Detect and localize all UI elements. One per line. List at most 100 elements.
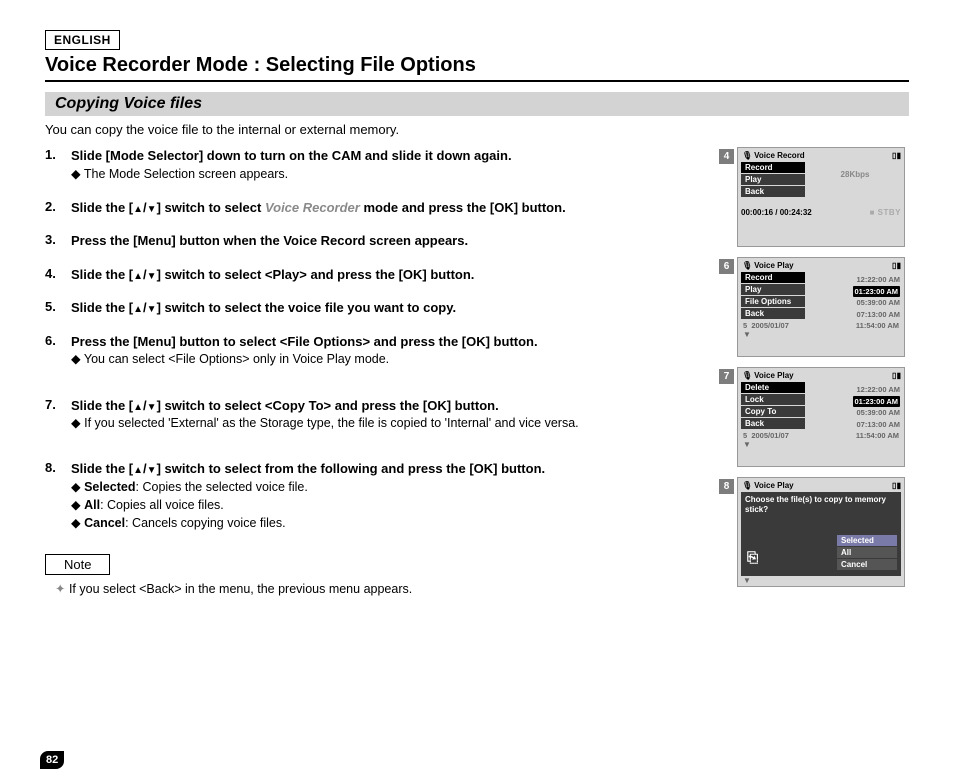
menu-back[interactable]: Back [741,418,805,429]
step-8-sub2-r: : Copies all voice files. [100,498,224,512]
screen-7-menu: Delete Lock Copy To Back [741,382,805,429]
note-text: If you select <Back> in the menu, the pr… [45,581,729,596]
step-6-text: Press the [Menu] button to select <File … [71,333,729,351]
screen-4-wrap: 4 Voice Record▯ ▮ Record Play Back 28Kbp… [737,147,909,247]
time-current: 00:00:16 [741,208,773,217]
screen-6-wrap: 6 Voice Play▯ ▮ Record Play File Options… [737,257,909,357]
screen-4: Voice Record▯ ▮ Record Play Back 28Kbps … [737,147,905,247]
screen-8: Voice Play▯ ▮ Choose the file(s) to copy… [737,477,905,587]
step-4-frag-b: ] switch to select <Play> and press the … [157,267,475,282]
screen-7: Voice Play ▯ ▮ Delete Lock Copy To Back 1… [737,367,905,467]
step-8-frag-b: ] switch to select from the following an… [157,461,546,476]
foot-time: 11:54:00 AM [856,321,899,330]
opt-all[interactable]: All [837,547,897,558]
up-arrow-icon [133,200,143,215]
time-row: 05:39:00 AM [853,297,901,309]
step-7-frag-a: Slide the [ [71,398,133,413]
step-3: Press the [Menu] button when the Voice R… [45,232,729,250]
step-8-sub1-b: Selected [84,480,135,494]
note-label: Note [45,554,110,575]
time-row: 12:22:00 AM [853,274,901,286]
menu-lock[interactable]: Lock [741,394,805,405]
down-arrow-icon [147,267,157,282]
menu-record[interactable]: Record [741,162,805,173]
menu-copy-to[interactable]: Copy To [741,406,805,417]
step-2-frag-c: mode and press the [OK] button. [360,200,566,215]
page-title: Voice Recorder Mode : Selecting File Opt… [45,54,909,82]
step-2-frag-b: ] switch to select [157,200,265,215]
chevron-down-icon: ▼ [741,330,901,339]
screen-6: Voice Play ▯ ▮ Record Play File Options B… [737,257,905,357]
down-arrow-icon [147,300,157,315]
steps-column: Slide [Mode Selector] down to turn on th… [45,147,729,597]
step-8-sub1-r: : Copies the selected voice file. [136,480,308,494]
step-7-frag-b: ] switch to select <Copy To> and press t… [157,398,499,413]
down-arrow-icon [147,398,157,413]
step-2: Slide the [/] switch to select Voice Rec… [45,199,729,217]
step-7-text: Slide the [/] switch to select <Copy To>… [71,397,729,415]
up-arrow-icon [133,398,143,413]
status-icons: ▯ ▮ [892,261,900,270]
time-row: 05:39:00 AM [853,407,901,419]
screen-8-wrap: 8 Voice Play▯ ▮ Choose the file(s) to co… [737,477,909,587]
step-8-sub2-b: All [84,498,100,512]
mic-icon [742,371,754,380]
menu-back[interactable]: Back [741,186,805,197]
menu-back[interactable]: Back [741,308,805,319]
popup-question: Choose the file(s) to copy to memory sti… [745,495,897,514]
up-arrow-icon [133,267,143,282]
opt-selected[interactable]: Selected [837,535,897,546]
menu-delete[interactable]: Delete [741,382,805,393]
up-arrow-icon [133,461,143,476]
stby-label: STBY [870,208,901,217]
step-1-sub: The Mode Selection screen appears. [71,165,729,183]
menu-file-options[interactable]: File Options [741,296,805,307]
screen-6-title: Voice Play [754,261,793,270]
foot-idx: 5 [743,431,747,440]
step-2-frag-a: Slide the [ [71,200,133,215]
screen-8-title: Voice Play [754,481,793,490]
screens-column: 4 Voice Record▯ ▮ Record Play Back 28Kbp… [737,147,909,597]
down-arrow-icon [147,461,157,476]
menu-play[interactable]: Play [741,174,805,185]
step-8-text: Slide the [/] switch to select from the … [71,460,729,478]
screen-4-menu: Record Play Back [741,162,805,198]
language-badge: ENGLISH [45,30,120,50]
status-icons: ▯ ▮ [892,371,900,380]
kbps-label: 28Kbps [809,162,901,198]
step-7-sub: If you selected 'External' as the Storag… [71,414,729,432]
step-4: Slide the [/] switch to select <Play> an… [45,266,729,284]
menu-record[interactable]: Record [741,272,805,283]
screen-7-num: 7 [719,369,734,384]
step-5-text: Slide the [/] switch to select the voice… [71,299,729,317]
step-6-sub: You can select <File Options> only in Vo… [71,350,729,368]
time-row: 07:13:00 AM [853,419,901,431]
step-4-frag-a: Slide the [ [71,267,133,282]
chevron-down-icon: ▼ [741,440,901,449]
step-5-frag-b: ] switch to select the voice file you wa… [157,300,457,315]
opt-cancel[interactable]: Cancel [837,559,897,570]
foot-time: 11:54:00 AM [856,431,899,440]
screen-6-times: 12:22:00 AM 01:23:00 AM 05:39:00 AM 07:1… [853,274,901,321]
step-8-sub3-r: : Cancels copying voice files. [125,516,286,530]
foot-idx: 5 [743,321,747,330]
screen-7-wrap: 7 Voice Play▯ ▮ Delete Lock Copy To Back… [737,367,909,467]
time-row: 07:13:00 AM [853,309,901,321]
chevron-down-icon: ▼ [741,576,901,585]
popup-options: Selected All Cancel [837,534,897,570]
screen-7-title: Voice Play [754,371,793,380]
section-intro: You can copy the voice file to the inter… [45,122,909,137]
step-8-sub1: Selected: Copies the selected voice file… [71,478,729,496]
step-8-sub2: All: Copies all voice files. [71,496,729,514]
screen-7-times: 12:22:00 AM 01:23:00 AM 05:39:00 AM 07:1… [853,384,901,431]
step-8-sub3-b: Cancel [84,516,125,530]
time-row-selected: 01:23:00 AM [853,396,901,408]
time-total: 00:24:32 [780,208,812,217]
screen-4-num: 4 [719,149,734,164]
time-row: 12:22:00 AM [853,384,901,396]
step-5: Slide the [/] switch to select the voice… [45,299,729,317]
up-arrow-icon [133,300,143,315]
menu-play[interactable]: Play [741,284,805,295]
foot-date: 2005/01/07 [751,321,789,330]
page-number: 82 [40,751,64,769]
